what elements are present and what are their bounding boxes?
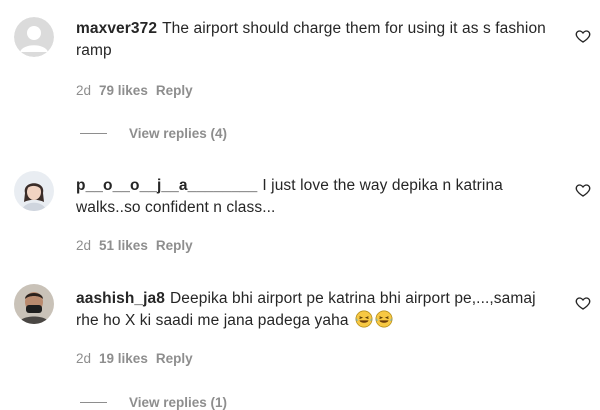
laughing-emoji-icon (355, 310, 373, 328)
avatar[interactable] (14, 171, 54, 211)
comment-meta: 2d 19 likes Reply (76, 351, 193, 366)
view-replies-label: View replies (1) (129, 395, 228, 410)
laughing-emoji-icon (375, 310, 393, 328)
comment-meta: 2d 51 likes Reply (76, 238, 193, 253)
comment-age: 2d (76, 238, 92, 253)
heart-icon[interactable] (575, 28, 591, 44)
reply-button[interactable]: Reply (156, 83, 193, 98)
comment-text: aashish_ja8 Deepika bhi airport pe katrin… (76, 288, 546, 332)
comment-text: p__o__o__j__a________ I just love the way… (76, 175, 546, 219)
comments-list: maxver372 The airport should charge them … (0, 0, 600, 410)
view-replies-button[interactable]: View replies (4) (80, 126, 227, 141)
avatar[interactable] (14, 284, 54, 324)
comment-age: 2d (76, 351, 92, 366)
profile-photo-icon (14, 171, 54, 211)
comment-username[interactable]: p__o__o__j__a________ (76, 177, 257, 194)
comment-text: maxver372 The airport should charge them … (76, 18, 546, 62)
comment-meta: 2d 79 likes Reply (76, 83, 193, 98)
profile-photo-icon (14, 284, 54, 324)
comment-likes[interactable]: 51 likes (99, 238, 148, 253)
default-avatar-icon (14, 17, 54, 57)
comment-likes[interactable]: 79 likes (99, 83, 148, 98)
comment-username[interactable]: maxver372 (76, 20, 157, 37)
avatar[interactable] (14, 17, 54, 57)
comment-age: 2d (76, 83, 92, 98)
comment-username[interactable]: aashish_ja8 (76, 290, 165, 307)
replies-divider (80, 133, 107, 134)
comment-likes[interactable]: 19 likes (99, 351, 148, 366)
replies-divider (80, 402, 107, 403)
reply-button[interactable]: Reply (156, 351, 193, 366)
heart-icon[interactable] (575, 182, 591, 198)
view-replies-button[interactable]: View replies (1) (80, 395, 227, 410)
reply-button[interactable]: Reply (156, 238, 193, 253)
view-replies-label: View replies (4) (129, 126, 228, 141)
heart-icon[interactable] (575, 295, 591, 311)
